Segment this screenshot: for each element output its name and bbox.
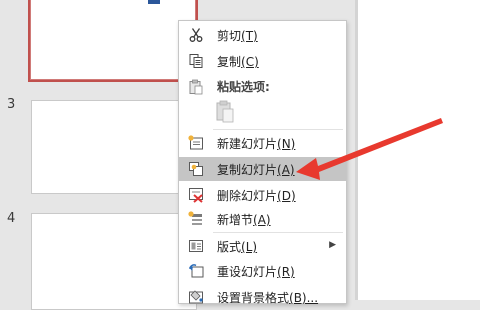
copy-icon xyxy=(189,54,203,68)
menu-item-paste-options: 粘贴选项: xyxy=(179,75,346,99)
menu-item-copy[interactable]: 复制(C) xyxy=(179,49,346,73)
format-background-label: 设置背景格式 xyxy=(217,291,290,305)
slide-number-4: 4 xyxy=(7,211,16,226)
slide-thumbnail-selected[interactable] xyxy=(28,0,198,82)
menu-separator xyxy=(213,129,343,130)
submenu-arrow-icon: ▶ xyxy=(329,240,336,250)
duplicate-slide-label: 复制幻灯片 xyxy=(217,163,278,177)
context-menu: 剪切(T) 复制(C) 粘贴选项: 新建幻灯片(N) 复制幻灯片(A) 删除幻灯… xyxy=(178,20,347,305)
slide-thumbnail-3[interactable] xyxy=(31,100,197,194)
reset-slide-hotkey: (R) xyxy=(277,265,295,279)
reset-slide-label: 重设幻灯片 xyxy=(217,265,278,279)
add-section-label: 新增节 xyxy=(217,213,254,227)
slide-editing-area[interactable] xyxy=(358,0,480,300)
menu-item-delete-slide[interactable]: 删除幻灯片(D) xyxy=(179,183,346,207)
delete-slide-hotkey: (D) xyxy=(277,189,296,203)
menu-item-layout[interactable]: 版式(L) ▶ xyxy=(179,234,346,258)
menu-item-add-section[interactable]: 新增节(A) xyxy=(179,207,346,231)
menu-item-reset-slide[interactable]: 重设幻灯片(R) xyxy=(179,259,346,283)
cut-hotkey: (T) xyxy=(241,29,258,43)
scissors-icon xyxy=(189,28,203,42)
menu-item-new-slide[interactable]: 新建幻灯片(N) xyxy=(179,131,346,155)
format-background-hotkey: (B)... xyxy=(289,291,319,305)
format-background-icon xyxy=(189,290,203,304)
new-slide-hotkey: (N) xyxy=(277,137,296,151)
copy-label: 复制 xyxy=(217,55,242,69)
menu-item-format-background[interactable]: 设置背景格式(B)... xyxy=(179,285,346,309)
delete-slide-icon xyxy=(189,188,203,203)
copy-hotkey: (C) xyxy=(241,55,259,69)
paste-options-label: 粘贴选项: xyxy=(217,80,270,94)
layout-hotkey: (L) xyxy=(241,240,258,254)
delete-slide-label: 删除幻灯片 xyxy=(217,189,278,203)
layout-icon xyxy=(189,240,203,252)
duplicate-slide-icon xyxy=(189,162,203,176)
menu-item-duplicate-slide[interactable]: 复制幻灯片(A) xyxy=(179,157,346,181)
duplicate-slide-hotkey: (A) xyxy=(277,163,295,177)
paste-icon xyxy=(189,79,203,95)
paste-keep-formatting-icon xyxy=(216,100,234,123)
cut-label: 剪切 xyxy=(217,29,242,43)
new-slide-icon xyxy=(188,135,203,150)
slide-thumbnail-4[interactable] xyxy=(31,213,197,310)
paste-option-button[interactable] xyxy=(213,99,237,125)
slide-number-3: 3 xyxy=(7,97,16,112)
layout-label: 版式 xyxy=(217,240,242,254)
new-slide-label: 新建幻灯片 xyxy=(217,137,278,151)
reset-slide-icon xyxy=(189,264,204,278)
slide-content-mark xyxy=(148,0,160,4)
menu-separator xyxy=(213,232,343,233)
menu-item-cut[interactable]: 剪切(T) xyxy=(179,23,346,47)
add-section-hotkey: (A) xyxy=(253,213,271,227)
add-section-icon xyxy=(188,211,202,225)
